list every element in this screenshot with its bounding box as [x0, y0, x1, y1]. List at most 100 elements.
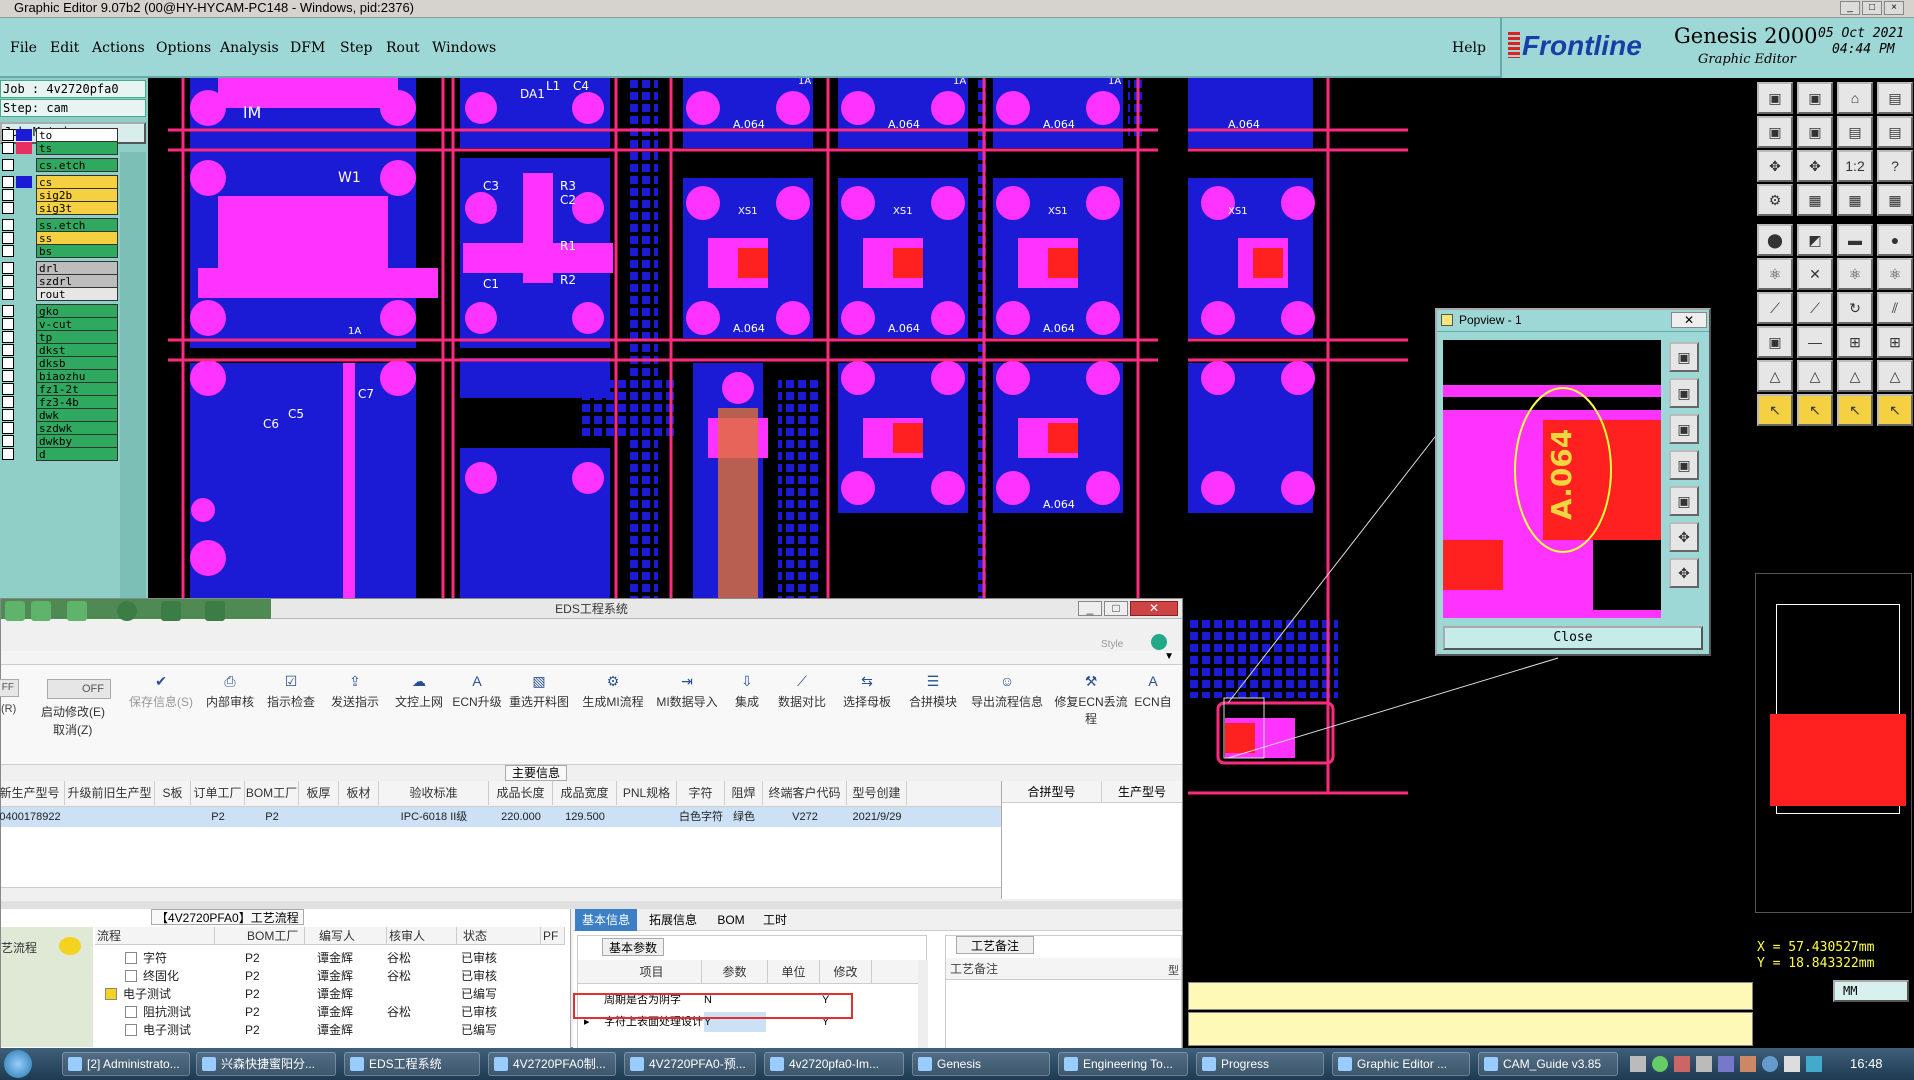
close-button[interactable]: ×	[1884, 1, 1904, 15]
quick-user-icon[interactable]	[117, 601, 137, 621]
phone-icon[interactable]	[1151, 634, 1167, 650]
layer-name[interactable]: cs	[36, 175, 118, 189]
grid-icon[interactable]: ▦	[1797, 184, 1833, 216]
popview-zoom-out-icon[interactable]: ▣	[1669, 378, 1699, 408]
net2-icon[interactable]: ⚛	[1837, 258, 1873, 290]
taskbar-item[interactable]: EDS工程系统	[344, 1052, 480, 1076]
units-selector[interactable]: MM	[1833, 980, 1909, 1002]
popview-pan-left-icon[interactable]: ▣	[1669, 450, 1699, 480]
clock[interactable]: 16:48	[1850, 1056, 1883, 1071]
layer-d[interactable]: d	[2, 447, 118, 462]
ribbon-button-15[interactable]: A ECN自	[1133, 665, 1173, 737]
net-icon[interactable]: ⚛	[1757, 258, 1793, 290]
main-table-hscroll[interactable]	[1, 887, 1001, 899]
layer-name[interactable]: drl	[36, 261, 118, 275]
tray-shield-icon[interactable]	[1674, 1056, 1690, 1072]
layer-checkbox[interactable]	[2, 219, 14, 231]
tray-globe-icon[interactable]	[1762, 1056, 1778, 1072]
menu-windows[interactable]: Windows	[432, 40, 496, 56]
overview-window[interactable]	[1755, 573, 1912, 913]
layer-ts[interactable]: ts	[2, 141, 118, 156]
dot-icon[interactable]: ●	[1877, 224, 1913, 256]
splitter[interactable]	[1, 901, 1182, 909]
taskbar-item[interactable]: Genesis	[912, 1052, 1050, 1076]
scale-icon[interactable]: 1:2	[1837, 150, 1873, 182]
layer-name[interactable]: d	[36, 447, 118, 461]
popview-canvas[interactable]: A.064	[1443, 340, 1661, 618]
layer-name[interactable]: dkst	[36, 343, 118, 357]
taskbar-item[interactable]: 兴森快捷蜜阳分...	[196, 1052, 336, 1076]
flow-column-header[interactable]: 编写人	[317, 927, 387, 945]
maximize-button[interactable]: □	[1862, 1, 1882, 15]
flow-row[interactable]: 电子测试 P2 谭金辉 已编写	[95, 985, 565, 1003]
column-header[interactable]: 板材	[339, 781, 379, 805]
column-header[interactable]: 终端客户代码	[763, 781, 847, 805]
help-icon[interactable]: ?	[1877, 150, 1913, 182]
popview-close-x-icon[interactable]: ✕	[1671, 312, 1707, 328]
menu-actions[interactable]: Actions	[92, 40, 145, 56]
menu-help[interactable]: Help	[1452, 40, 1486, 56]
flow-column-header[interactable]: 流程	[95, 927, 215, 945]
menu-step[interactable]: Step	[340, 40, 372, 56]
auto-modify-toggle[interactable]: OFF	[47, 679, 111, 699]
record-icon[interactable]: ⬤	[1757, 224, 1793, 256]
line2-icon[interactable]: ⟋	[1797, 292, 1833, 324]
column-header[interactable]: 阻焊	[725, 781, 763, 805]
layer-name[interactable]: dksb	[36, 356, 118, 370]
info-tab[interactable]: 拓展信息	[637, 909, 709, 931]
ribbon-button-0[interactable]: ✔ 保存信息(S)	[121, 665, 201, 737]
layer-name[interactable]: sig3t	[36, 201, 118, 215]
tray-app-icon[interactable]	[1718, 1056, 1734, 1072]
taskbar-item[interactable]: 4V2720PFA0-预...	[624, 1052, 756, 1076]
taskbar-item[interactable]: 4V2720PFA0制...	[488, 1052, 616, 1076]
layers-icon[interactable]: ▤	[1877, 82, 1913, 114]
triangle2-icon[interactable]: △	[1797, 360, 1833, 392]
line-icon[interactable]: ⟋	[1757, 292, 1793, 324]
eds-minimize-button[interactable]: _	[1078, 601, 1102, 616]
delete-icon[interactable]: ✕	[1797, 258, 1833, 290]
layer-cs-etch[interactable]: cs.etch	[2, 158, 118, 173]
param-column-header[interactable]: 参数	[702, 960, 768, 984]
taskbar-item[interactable]: CAM_Guide v3.85	[1478, 1052, 1618, 1076]
ribbon-button-10[interactable]: ⟋ 数据对比	[771, 665, 833, 737]
popview-close-button[interactable]: Close	[1443, 626, 1703, 650]
toggle-off-left[interactable]: FF	[0, 679, 19, 697]
flow-column-header[interactable]: 核审人	[387, 927, 457, 945]
home-icon[interactable]: ⌂	[1837, 82, 1873, 114]
column-header[interactable]: 板厚	[299, 781, 339, 805]
ribbon-button-1[interactable]: ⎙ 内部审核	[201, 665, 259, 737]
next-icon[interactable]: ▣	[1797, 116, 1833, 148]
layer-name[interactable]: v-cut	[36, 317, 118, 331]
layer-checkbox[interactable]	[2, 331, 14, 343]
menu-edit[interactable]: Edit	[50, 40, 79, 56]
parallel-icon[interactable]: ⫽	[1877, 292, 1913, 324]
quick-chart-icon[interactable]	[161, 601, 181, 621]
minimize-button[interactable]: _	[1840, 1, 1860, 15]
select3-icon[interactable]: ↖	[1837, 394, 1873, 426]
layer-checkbox[interactable]	[2, 422, 14, 434]
layer-name[interactable]: szdrl	[36, 274, 118, 288]
zoom-in-icon[interactable]: ▤	[1837, 116, 1873, 148]
layer-checkbox[interactable]	[2, 232, 14, 244]
taskbar-item[interactable]: [2] Administrato...	[62, 1052, 190, 1076]
snap-icon[interactable]: ▦	[1837, 184, 1873, 216]
layer-scroll-area[interactable]	[120, 152, 146, 598]
layer-checkbox[interactable]	[2, 370, 14, 382]
popview-pan-right-icon[interactable]: ▣	[1669, 486, 1699, 516]
layer-checkbox[interactable]	[2, 129, 14, 141]
flow-row[interactable]: 终固化 P2 谭金辉 谷松 已审核	[95, 967, 565, 985]
info-tab[interactable]: 基本信息	[575, 909, 637, 931]
rotate-icon[interactable]: ↻	[1837, 292, 1873, 324]
tray-network-icon[interactable]	[1652, 1056, 1668, 1072]
layer-name[interactable]: fz1-2t	[36, 382, 118, 396]
flow-column-header[interactable]: PF	[541, 927, 565, 945]
column-header[interactable]: 新生产型号	[0, 781, 65, 805]
layer-name[interactable]: to	[36, 128, 118, 142]
zoom-out-icon[interactable]: ▤	[1877, 116, 1913, 148]
select-icon[interactable]: ↖	[1757, 394, 1793, 426]
layer-name[interactable]: szdwk	[36, 421, 118, 435]
layer-checkbox[interactable]	[2, 357, 14, 369]
param-column-header[interactable]: 修改	[820, 960, 872, 984]
layer-checkbox[interactable]	[2, 305, 14, 317]
layer-name[interactable]: sig2b	[36, 188, 118, 202]
